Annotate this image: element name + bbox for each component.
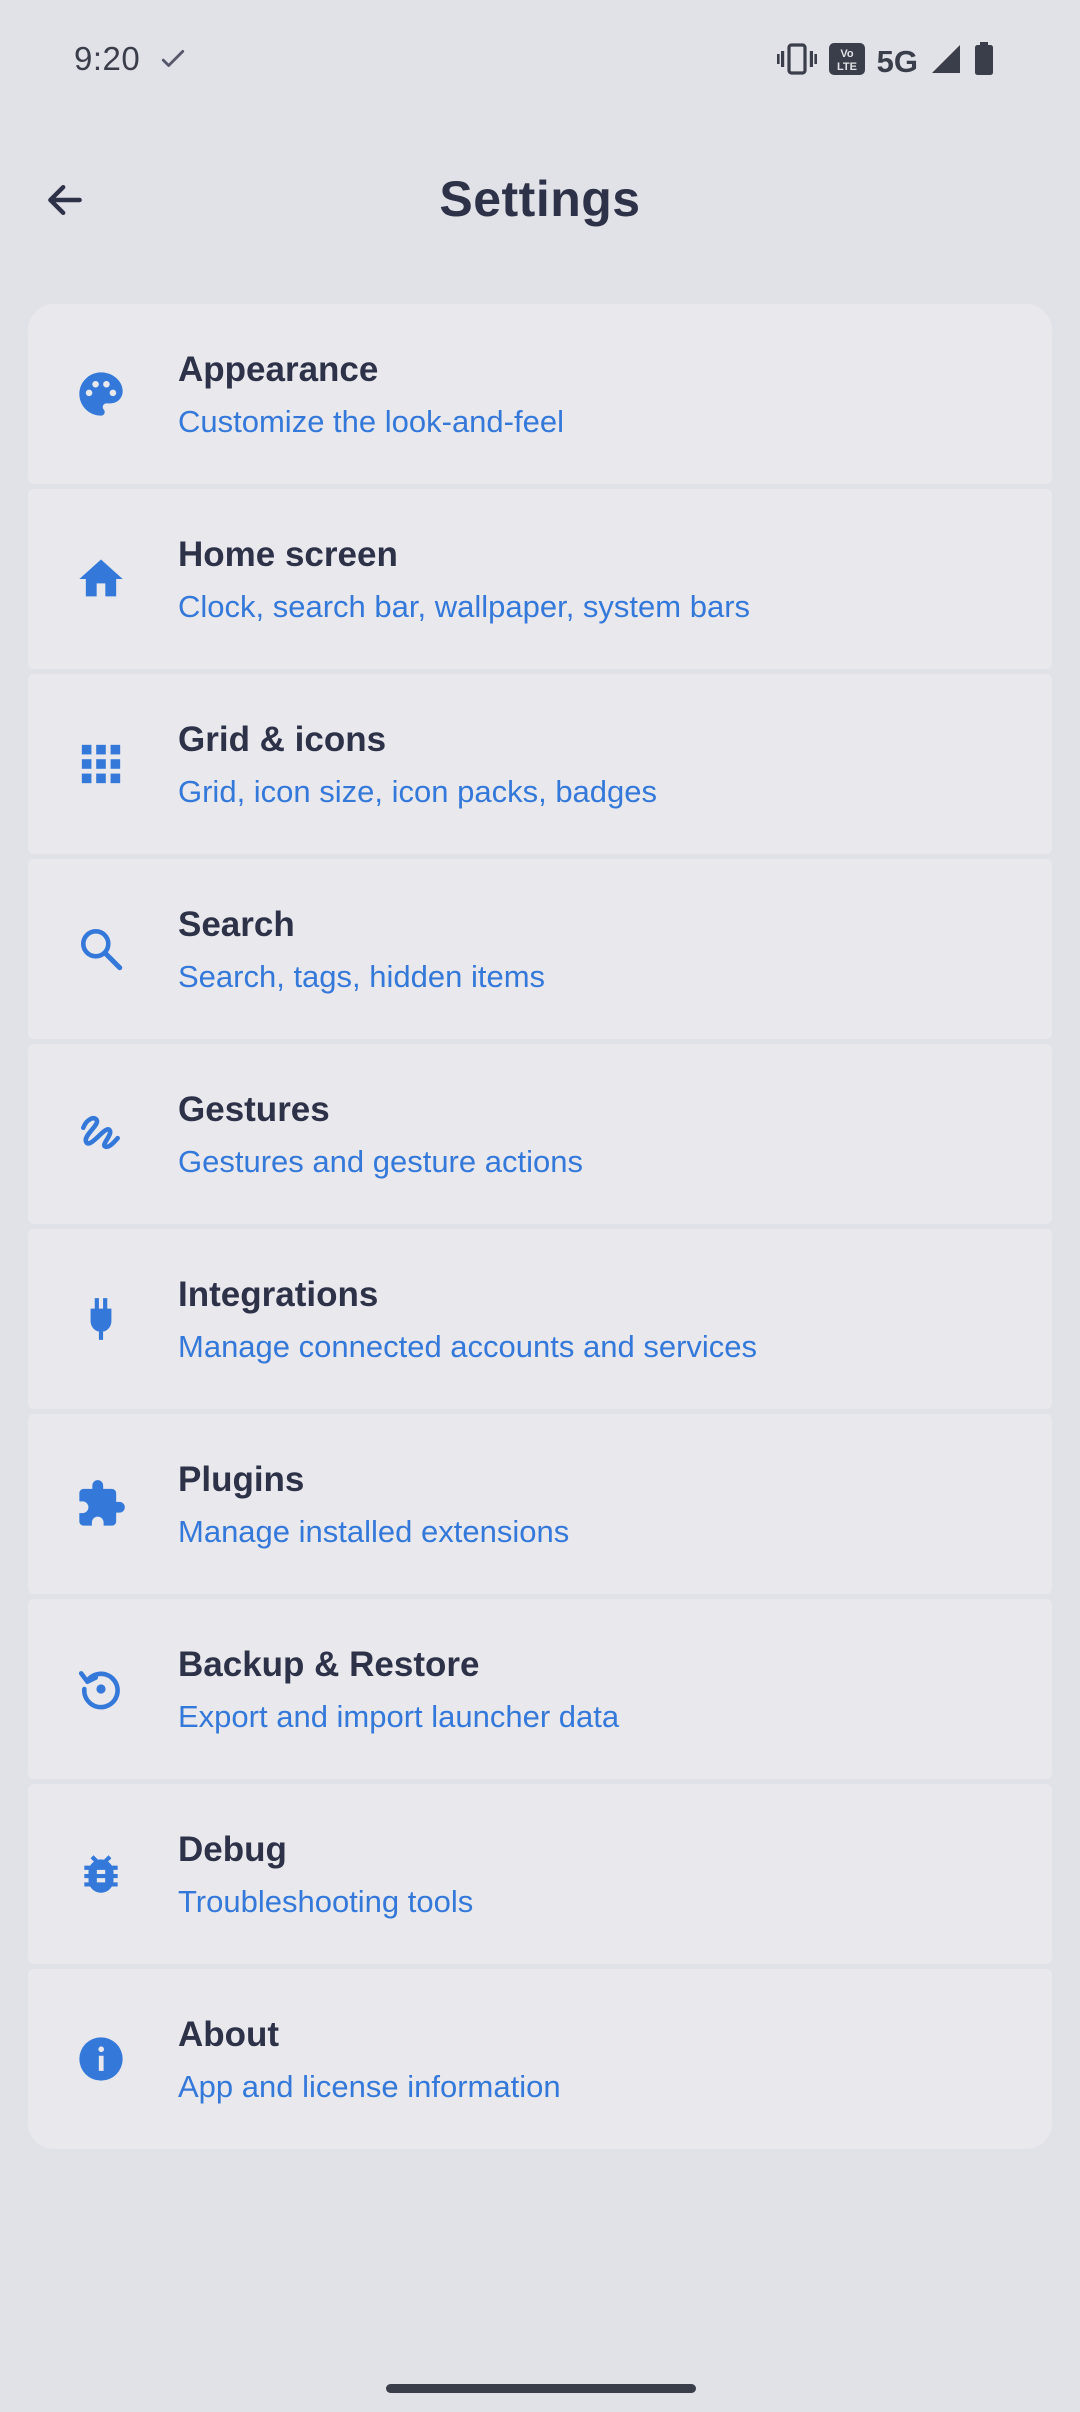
item-subtitle: App and license information bbox=[178, 2069, 561, 2104]
item-title: About bbox=[178, 2015, 280, 2054]
status-time: 9:20 bbox=[74, 40, 141, 77]
grid-icon bbox=[75, 738, 127, 790]
item-subtitle: Gestures and gesture actions bbox=[178, 1144, 583, 1179]
battery-icon bbox=[974, 42, 994, 81]
item-subtitle: Search, tags, hidden items bbox=[178, 959, 546, 994]
top-app-bar: Settings bbox=[0, 150, 1080, 254]
plug-icon bbox=[75, 1293, 127, 1345]
check-icon bbox=[160, 46, 186, 77]
page-title: Settings bbox=[439, 171, 641, 227]
vibrate-icon bbox=[776, 42, 817, 81]
item-title: Gestures bbox=[178, 1090, 330, 1129]
info-icon bbox=[75, 2033, 127, 2085]
settings-item-backup-restore[interactable]: Backup & Restore Export and import launc… bbox=[28, 1599, 1052, 1779]
item-title: Plugins bbox=[178, 1460, 305, 1499]
gesture-nav-handle[interactable] bbox=[386, 2384, 696, 2393]
item-subtitle: Clock, search bar, wallpaper, system bar… bbox=[178, 589, 751, 624]
item-title: Integrations bbox=[178, 1275, 379, 1314]
item-subtitle: Grid, icon size, icon packs, badges bbox=[178, 774, 658, 809]
item-title: Search bbox=[178, 905, 295, 944]
status-icons: Vo LTE 5G bbox=[776, 42, 994, 81]
settings-item-grid-icons[interactable]: Grid & icons Grid, icon size, icon packs… bbox=[28, 674, 1052, 854]
settings-item-plugins[interactable]: Plugins Manage installed extensions bbox=[28, 1414, 1052, 1594]
svg-text:Vo: Vo bbox=[840, 48, 854, 60]
settings-list: Appearance Customize the look-and-feel H… bbox=[28, 304, 1052, 2149]
item-title: Debug bbox=[178, 1830, 287, 1869]
bug-icon bbox=[75, 1848, 127, 1900]
signal-icon bbox=[930, 43, 962, 80]
settings-item-appearance[interactable]: Appearance Customize the look-and-feel bbox=[28, 304, 1052, 484]
status-bar: 9:20 Vo LTE 5G bbox=[0, 0, 1080, 126]
item-title: Grid & icons bbox=[178, 720, 387, 759]
item-subtitle: Customize the look-and-feel bbox=[178, 404, 564, 439]
settings-item-gestures[interactable]: Gestures Gestures and gesture actions bbox=[28, 1044, 1052, 1224]
volte-icon: Vo LTE bbox=[828, 42, 865, 81]
item-subtitle: Manage connected accounts and services bbox=[178, 1329, 758, 1364]
network-type: 5G bbox=[876, 43, 918, 79]
item-subtitle: Manage installed extensions bbox=[178, 1514, 570, 1549]
item-subtitle: Troubleshooting tools bbox=[178, 1884, 474, 1919]
settings-item-search[interactable]: Search Search, tags, hidden items bbox=[28, 859, 1052, 1039]
settings-item-about[interactable]: About App and license information bbox=[28, 1969, 1052, 2149]
restore-icon bbox=[75, 1663, 127, 1715]
gesture-icon bbox=[75, 1108, 127, 1160]
item-title: Appearance bbox=[178, 350, 379, 389]
item-title: Backup & Restore bbox=[178, 1645, 480, 1684]
svg-text:LTE: LTE bbox=[837, 61, 857, 73]
settings-item-integrations[interactable]: Integrations Manage connected accounts a… bbox=[28, 1229, 1052, 1409]
item-title: Home screen bbox=[178, 535, 398, 574]
search-icon bbox=[75, 923, 127, 975]
item-subtitle: Export and import launcher data bbox=[178, 1699, 620, 1734]
settings-item-debug[interactable]: Debug Troubleshooting tools bbox=[28, 1784, 1052, 1964]
settings-item-home-screen[interactable]: Home screen Clock, search bar, wallpaper… bbox=[28, 489, 1052, 669]
puzzle-icon bbox=[75, 1478, 127, 1530]
home-icon bbox=[75, 553, 127, 605]
palette-icon bbox=[75, 368, 127, 420]
